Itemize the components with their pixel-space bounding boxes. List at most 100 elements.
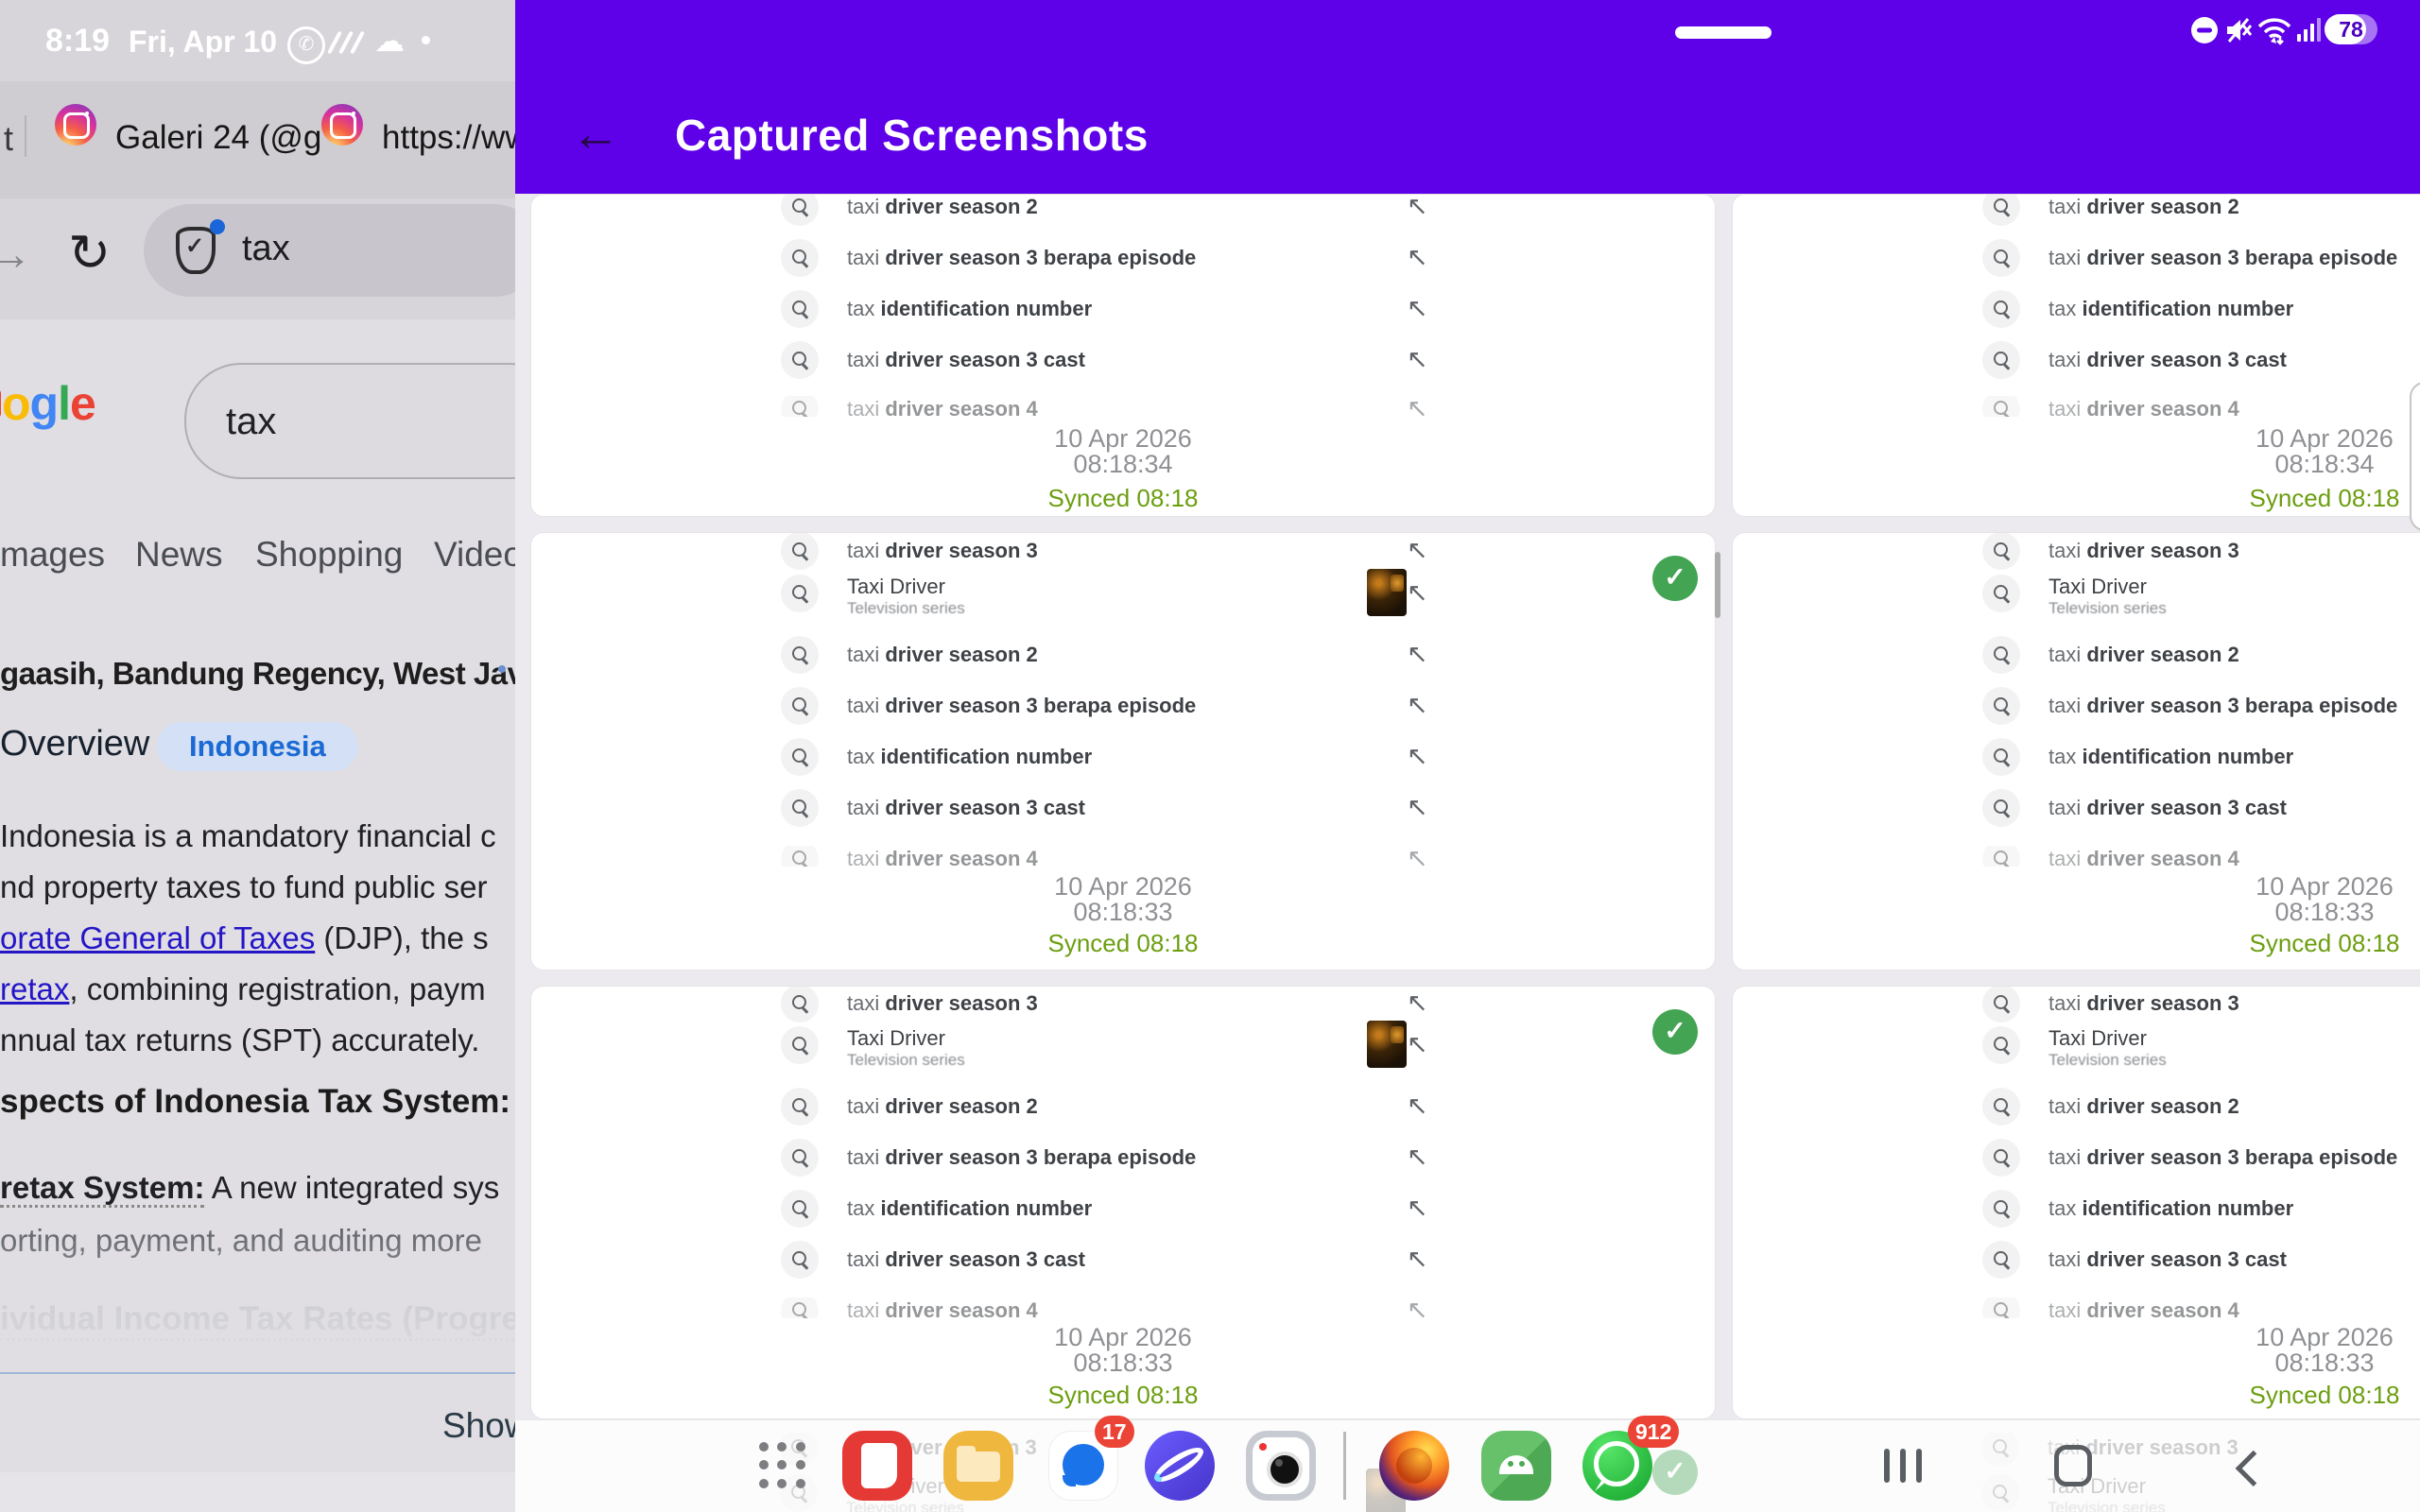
search-icon: [1982, 636, 2020, 674]
suggestion-text: taxi driver season 3: [2048, 539, 2239, 562]
search-icon: [781, 341, 819, 379]
browser-pane: 8:19 Fri, Apr 10 ✆ ☁ t Galeri 24 (@g htt…: [0, 0, 515, 1512]
tab-separator: [25, 115, 26, 157]
suggestion-text: taxi driver season 3 cast: [2048, 796, 2287, 819]
tab-news[interactable]: News: [135, 535, 223, 575]
edge-scroll-handle[interactable]: [2410, 382, 2420, 531]
synced-status: Synced 08:18: [2249, 929, 2400, 957]
entity-thumbnail: [1367, 569, 1407, 616]
search-suggestion-row: taxi driver season 3 cast↖: [1733, 1241, 2420, 1279]
search-suggestion-row: taxi driver season 4↖: [1733, 396, 2420, 417]
suggestion-text: taxi driver season 4: [2048, 1298, 2239, 1318]
screenshot-card[interactable]: taxi driver season 3↖Taxi DriverTelevisi…: [1732, 532, 2420, 971]
suggestion-text: taxi driver season 3: [847, 991, 1038, 1015]
tab-shopping[interactable]: Shopping: [255, 535, 403, 575]
instagram-icon: [55, 104, 96, 146]
search-suggestion-row: taxi driver season 3 berapa episode↖: [531, 1139, 1715, 1177]
indonesia-chip[interactable]: Indonesia: [157, 722, 358, 771]
search-icon: [781, 533, 819, 570]
suggestion-text: taxi driver season 3 berapa episode: [2048, 1145, 2398, 1169]
shield-badge-dot: [210, 219, 225, 234]
search-icon: [1982, 846, 2020, 867]
search-suggestion-row: taxi driver season 3 berapa episode↖: [1733, 239, 2420, 277]
home-button[interactable]: [2054, 1445, 2092, 1486]
synced-check-icon: ✓: [1652, 556, 1698, 601]
shield-check-icon[interactable]: ✓: [176, 227, 216, 274]
suggestion-text: taxi driver season 3 berapa episode: [847, 246, 1197, 269]
entity-title: Taxi Driver: [2048, 575, 2147, 598]
search-icon: [1982, 1088, 2020, 1125]
search-suggestion-row: tax identification number ↖: [531, 1190, 1715, 1228]
slashes-icon: [327, 30, 367, 55]
app-drawer-icon[interactable]: [748, 1431, 818, 1501]
suggestion-text: taxi driver season 3 berapa episode: [847, 1145, 1197, 1169]
battery-icon: 78: [2325, 14, 2377, 44]
suggestion-text: taxi driver season 2: [2048, 1094, 2239, 1118]
search-icon: [1982, 987, 2020, 1022]
window-handle[interactable]: [1675, 26, 1772, 39]
url-text[interactable]: tax: [242, 229, 290, 269]
wifi-icon: [2257, 18, 2291, 45]
tab-images[interactable]: mages: [0, 535, 105, 575]
firefox-app-icon[interactable]: [1379, 1431, 1449, 1501]
entity-subtitle: Television series: [847, 599, 965, 617]
forward-icon[interactable]: →: [0, 229, 32, 281]
cloud-icon: ☁: [374, 24, 405, 58]
suggestion-text: taxi driver season 2: [2048, 643, 2239, 666]
insert-suggestion-icon: ↖: [1407, 846, 1428, 867]
files-app-icon[interactable]: [943, 1431, 1013, 1501]
screenshot-card[interactable]: taxi driver season 3 ↖ Taxi DriverTelevisi…: [530, 532, 1716, 971]
synced-status: Synced 08:18: [1047, 929, 1199, 957]
heading-link-dot: [498, 665, 506, 673]
screenshot-card[interactable]: taxi driver season 3↖Taxi DriverTelevisi…: [1732, 986, 2420, 1419]
section-heading: spects of Indonesia Tax System:: [0, 1083, 511, 1120]
suggestion-text: taxi driver season 3: [2048, 991, 2239, 1015]
divider: [0, 1372, 515, 1374]
entity-suggestion-row: Taxi DriverTelevision series ↖: [531, 569, 1715, 617]
search-suggestion-row: tax identification number ↖: [531, 290, 1715, 328]
synced-status: Synced 08:18: [1047, 484, 1199, 512]
suggestion-text: taxi driver season 4: [847, 1298, 1038, 1318]
notes-app-icon[interactable]: [842, 1431, 912, 1501]
column-scrollbar[interactable]: [1715, 552, 1720, 618]
search-icon: [781, 846, 819, 867]
result-paragraph: Indonesia is a mandatory financial c nd p…: [0, 818, 496, 1057]
inline-link[interactable]: orate General of Taxes: [0, 920, 315, 955]
recents-button[interactable]: [1884, 1449, 1929, 1483]
suggestion-text: taxi driver season 2: [847, 1094, 1038, 1118]
tab-title: https://ww: [382, 119, 515, 156]
show-more-link[interactable]: Show: [442, 1406, 515, 1446]
camera-app-icon[interactable]: [1246, 1431, 1316, 1501]
dot-icon: [422, 36, 430, 44]
reload-icon[interactable]: ↻: [68, 223, 111, 283]
search-suggestion-row: taxi driver season 4↖: [1733, 846, 2420, 867]
search-suggestion-row: taxi driver season 3↖: [1733, 987, 2420, 1022]
browser-app-icon[interactable]: [1145, 1431, 1215, 1501]
search-icon: [1982, 239, 2020, 277]
suggestion-text: taxi driver season 3 cast: [2048, 348, 2287, 371]
whatsapp-notification-icon: ✆: [287, 26, 325, 64]
inline-link[interactable]: retax: [0, 971, 69, 1006]
back-arrow-icon[interactable]: ←: [571, 106, 620, 163]
search-icon: [781, 1088, 819, 1125]
tab-videos[interactable]: Videos: [434, 535, 515, 575]
search-suggestion-row: taxi driver season 2 ↖: [531, 195, 1715, 226]
search-icon: [1982, 290, 2020, 328]
search-icon: [1982, 1297, 2020, 1318]
search-suggestion-row: taxi driver season 4↖: [531, 396, 1715, 417]
search-value[interactable]: tax: [226, 401, 276, 443]
search-icon: [1982, 195, 2020, 226]
partial-suggestion-row: taxi driver season 4 ↖: [531, 396, 1715, 417]
android-app-icon[interactable]: [1481, 1431, 1551, 1501]
screenshot-card[interactable]: taxi driver season 2↖taxi driver season …: [1732, 194, 2420, 517]
search-icon: [781, 1241, 819, 1279]
synced-status: Synced 08:18: [2249, 1381, 2400, 1409]
screenshot-card[interactable]: taxi driver season 3↖Taxi DriverTelevisi…: [530, 986, 1716, 1419]
screenshot-card[interactable]: taxi driver season 2↖ taxi driver season …: [530, 194, 1716, 517]
search-icon: [781, 396, 819, 417]
suggestion-text: taxi driver season 3: [847, 539, 1038, 562]
do-not-disturb-icon: [2191, 17, 2218, 43]
partial-tab[interactable]: t: [4, 119, 13, 159]
suggestion-text: tax identification number: [2048, 297, 2294, 320]
back-button[interactable]: [2235, 1449, 2259, 1483]
